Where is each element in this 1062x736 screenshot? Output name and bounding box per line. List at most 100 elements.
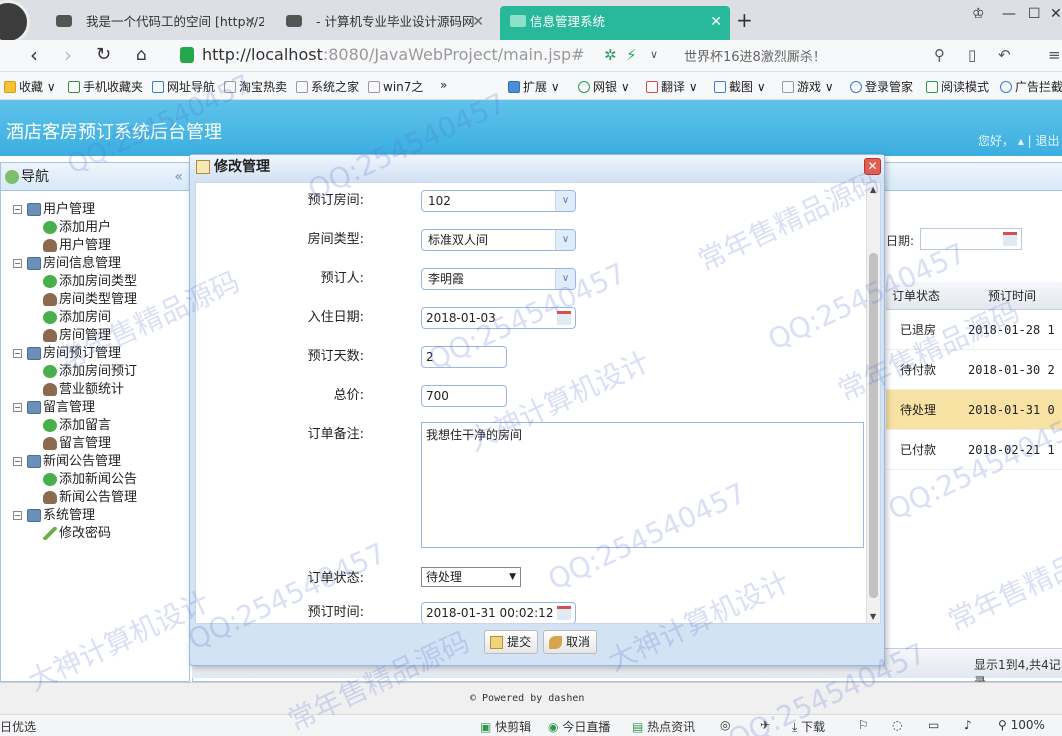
bookmark-item[interactable]: 截图 ∨ xyxy=(714,78,766,95)
room-select[interactable]: 102 ∨ xyxy=(421,190,576,212)
speaker-icon[interactable]: ♪ xyxy=(964,718,972,732)
bookmark-item[interactable]: 游戏 ∨ xyxy=(782,78,834,95)
bookmark-item[interactable]: 扩展 ∨ xyxy=(508,78,560,95)
calendar-icon[interactable] xyxy=(557,606,571,620)
nav-item[interactable]: − 留言管理 xyxy=(1,399,189,417)
bookmark-item[interactable]: 手机收藏夹 xyxy=(68,78,143,95)
days-input[interactable]: 2 xyxy=(421,346,507,368)
bookmark-item[interactable]: 淘宝热卖 xyxy=(224,78,287,95)
table-row[interactable]: 待处理 2018-01-31 0 xyxy=(886,390,1062,430)
nav-item[interactable]: 添加用户 xyxy=(1,219,189,237)
dropdown-arrow-icon[interactable]: ▼ xyxy=(509,568,516,586)
new-tab-icon[interactable]: + xyxy=(736,8,753,32)
nav-item[interactable]: − 房间信息管理 xyxy=(1,255,189,273)
nav-item[interactable]: − 新闻公告管理 xyxy=(1,453,189,471)
tab-2[interactable]: - 计算机专业毕业设计源码网 ✕ xyxy=(270,6,492,40)
browser-icon[interactable]: ◌ xyxy=(892,718,902,732)
tab-close-icon[interactable]: ✕ xyxy=(472,6,484,38)
tree-toggle-icon[interactable]: − xyxy=(13,511,22,520)
nav-item[interactable]: 营业额统计 xyxy=(1,381,189,399)
bookmark-item[interactable]: 网银 ∨ xyxy=(578,78,630,95)
menu-icon[interactable]: ≡ xyxy=(1048,46,1061,64)
back-icon[interactable]: ‹ xyxy=(30,43,38,67)
bird-icon[interactable]: ✈ xyxy=(760,718,770,732)
nav-item[interactable]: − 用户管理 xyxy=(1,201,189,219)
booker-select[interactable]: 李明霞 ∨ xyxy=(421,268,576,290)
chevron-down-icon[interactable]: ∨ xyxy=(555,191,575,211)
cancel-button[interactable]: 取消 xyxy=(543,630,598,654)
status-item[interactable]: ◉ 今日直播 xyxy=(548,718,610,735)
tab-1[interactable]: 我是一个代码工的空间 [http://2 ✕ xyxy=(40,6,264,40)
forward-icon[interactable]: › xyxy=(64,43,72,67)
zoom-level[interactable]: ⚲ 100% xyxy=(998,718,1045,732)
dialog-close-button[interactable]: ✕ xyxy=(864,158,881,175)
search-input[interactable]: 世界杯16进8激烈厮杀！ xyxy=(684,46,826,65)
maximize-icon[interactable]: ☐ xyxy=(1028,6,1041,22)
tree-toggle-icon[interactable]: − xyxy=(13,457,22,466)
memo-textarea[interactable]: 我想住干净的房间 xyxy=(421,422,864,548)
status-select[interactable]: 待处理 ▼ xyxy=(421,567,521,587)
bookmark-item[interactable]: 阅读模式 xyxy=(926,78,989,95)
nav-item[interactable]: 房间管理 xyxy=(1,327,189,345)
nav-item[interactable]: 添加房间类型 xyxy=(1,273,189,291)
booking-time-input[interactable]: 2018-01-31 00:02:12 xyxy=(421,602,576,623)
bookmark-item[interactable]: 登录管家 xyxy=(850,78,913,95)
bookmark-item[interactable]: 收藏 ∨ xyxy=(4,78,56,95)
sync-icon[interactable]: ✲ xyxy=(604,46,617,64)
bookmark-item[interactable]: win7之 xyxy=(368,78,423,95)
nav-item[interactable]: 新闻公告管理 xyxy=(1,489,189,507)
price-input[interactable]: 700 xyxy=(421,385,507,407)
tree-toggle-icon[interactable]: − xyxy=(13,259,22,268)
status-item[interactable]: ▣ 快剪辑 xyxy=(480,718,531,735)
chevron-down-icon[interactable]: ∨ xyxy=(650,48,658,61)
nav-item[interactable]: 添加房间 xyxy=(1,309,189,327)
user-links[interactable]: 您好， ▴ | 退出 xyxy=(978,132,1060,149)
nav-item[interactable]: 用户管理 xyxy=(1,237,189,255)
tree-toggle-icon[interactable]: − xyxy=(13,349,22,358)
date-filter-input[interactable] xyxy=(920,228,1022,250)
scroll-thumb[interactable] xyxy=(869,253,878,598)
status-item[interactable]: ⤓ 下载 xyxy=(792,718,825,735)
table-row[interactable]: 已退房 2018-01-28 1 xyxy=(886,310,1062,350)
nav-item[interactable]: 添加房间预订 xyxy=(1,363,189,381)
bookmark-item[interactable]: 翻译 ∨ xyxy=(646,78,698,95)
tab-3-active[interactable]: 信息管理系统 ✕ xyxy=(500,6,730,40)
globe-icon[interactable]: ◎ xyxy=(720,718,730,732)
skin-icon[interactable]: ♔ xyxy=(972,6,985,22)
nav-item[interactable]: 留言管理 xyxy=(1,435,189,453)
url-field[interactable]: http://localhost:8080/JavaWebProject/mai… xyxy=(172,43,662,69)
dialog-title-bar[interactable]: 修改管理 xyxy=(190,155,884,179)
bookmark-item[interactable]: 网址导航 xyxy=(152,78,215,95)
lightning-icon[interactable]: ⚡ xyxy=(626,46,637,64)
tab-close-icon[interactable]: ✕ xyxy=(244,6,256,38)
nav-item[interactable]: − 房间预订管理 xyxy=(1,345,189,363)
nav-item[interactable]: 添加新闻公告 xyxy=(1,471,189,489)
scroll-down-icon[interactable]: ▼ xyxy=(870,612,876,621)
bookmark-item[interactable]: 广告拦截 xyxy=(1000,78,1062,95)
undo-icon[interactable]: ↶ xyxy=(998,46,1011,64)
calendar-icon[interactable] xyxy=(1003,232,1017,246)
tree-toggle-icon[interactable]: − xyxy=(13,205,22,214)
status-item[interactable]: 日优选 xyxy=(0,718,36,735)
minimize-icon[interactable]: — xyxy=(1002,6,1016,22)
chevron-down-icon[interactable]: ∨ xyxy=(555,230,575,250)
submit-button[interactable]: 提交 xyxy=(484,630,539,654)
checkin-date-input[interactable]: 2018-01-03 xyxy=(421,307,576,329)
scroll-up-icon[interactable]: ▲ xyxy=(870,185,876,194)
flag-icon[interactable]: ⚐ xyxy=(858,718,869,732)
browser-logo[interactable] xyxy=(0,0,30,44)
close-window-icon[interactable]: ✕ xyxy=(1050,6,1062,22)
chevron-down-icon[interactable]: ∨ xyxy=(555,269,575,289)
tab-close-icon[interactable]: ✕ xyxy=(710,6,722,38)
table-row[interactable]: 待付款 2018-01-30 2 xyxy=(886,350,1062,390)
column-header[interactable]: 预订时间 xyxy=(988,282,1036,310)
nav-item[interactable]: 房间类型管理 xyxy=(1,291,189,309)
table-row[interactable]: 已付款 2018-02-21 1 xyxy=(886,430,1062,470)
nav-item[interactable]: 修改密码 xyxy=(1,525,189,543)
bookmark-more[interactable]: » xyxy=(440,78,447,92)
search-icon[interactable]: ⚲ xyxy=(934,46,945,64)
reload-icon[interactable]: ↻ xyxy=(96,44,111,65)
nav-item[interactable]: 添加留言 xyxy=(1,417,189,435)
calendar-icon[interactable] xyxy=(557,311,571,325)
window-icon[interactable]: ▭ xyxy=(928,718,939,732)
